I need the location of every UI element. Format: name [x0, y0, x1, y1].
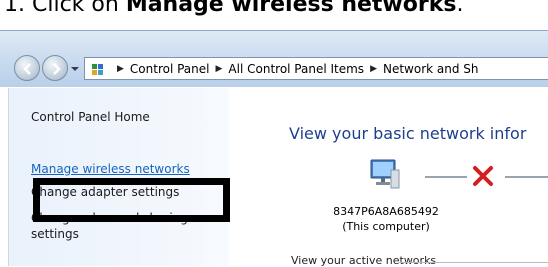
network-line [505, 176, 548, 178]
breadcrumb-control-panel[interactable]: Control Panel [130, 62, 210, 76]
disconnected-x-icon [473, 166, 493, 186]
computer-caption: (This computer) [342, 220, 430, 233]
highlight-box [33, 178, 230, 222]
breadcrumb-separator: ▶ [215, 63, 223, 74]
forward-button[interactable] [42, 55, 68, 81]
instruction-suffix: . [456, 0, 464, 17]
breadcrumb-separator: ▶ [117, 63, 124, 74]
recent-pages-dropdown[interactable] [70, 64, 80, 74]
instruction-bold: Manage wireless networks [125, 0, 457, 17]
computer-icon [370, 159, 400, 189]
main-content: View your basic network infor 8347P6A8A6… [229, 88, 548, 267]
window-titlebar: ▶ Control Panel ▶ All Control Panel Item… [0, 30, 548, 87]
control-panel-window: ▶ Control Panel ▶ All Control Panel Item… [0, 30, 548, 267]
instruction-caption: 1. Click on Manage wireless networks. [0, 0, 548, 18]
control-panel-home-link[interactable]: Control Panel Home [31, 110, 150, 124]
instruction-prefix: Click on [32, 0, 126, 17]
breadcrumb-separator: ▶ [370, 63, 377, 74]
page-title: View your basic network infor [289, 124, 527, 143]
control-panel-icon [92, 63, 103, 75]
breadcrumb-network[interactable]: Network and Sh [383, 62, 479, 76]
breadcrumb-all-items[interactable]: All Control Panel Items [228, 62, 364, 76]
arrow-right-icon [53, 63, 61, 75]
computer-label: 8347P6A8A685492 (This computer) [311, 204, 461, 234]
address-bar[interactable]: ▶ Control Panel ▶ All Control Panel Item… [84, 57, 548, 80]
active-networks-heading: View your active networks [291, 254, 437, 267]
arrow-left-icon [23, 63, 31, 75]
section-divider [399, 262, 548, 263]
tasks-sidebar: Control Panel Home Manage wireless netwo… [8, 88, 229, 266]
manage-wireless-networks-link[interactable]: Manage wireless networks [31, 162, 190, 176]
network-line [425, 176, 467, 178]
back-button[interactable] [14, 55, 40, 81]
computer-name: 8347P6A8A685492 [333, 205, 439, 218]
step-number: 1. [4, 0, 25, 17]
